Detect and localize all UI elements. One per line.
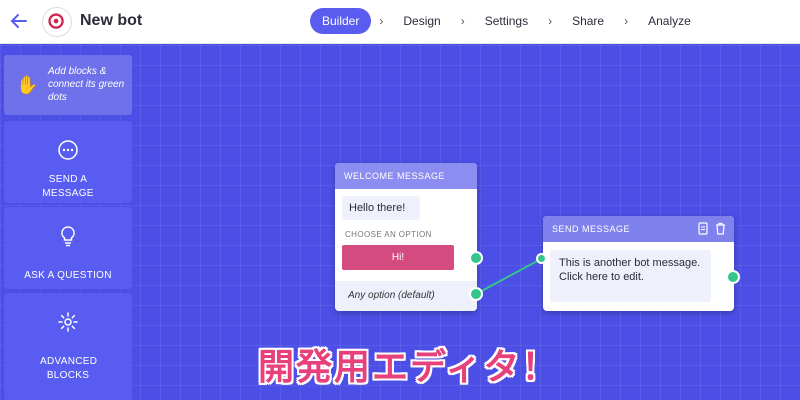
chevron-right-icon: › <box>379 14 384 28</box>
bot-title: New bot <box>80 12 143 29</box>
input-connector-dot[interactable] <box>536 253 547 264</box>
send-message-block[interactable]: SEND A MESSAGE <box>4 121 132 203</box>
top-bar: New bot Builder › Design › Settings › Sh… <box>0 0 800 44</box>
choose-option-label: CHOOSE AN OPTION <box>345 230 432 239</box>
welcome-message-node[interactable]: WELCOME MESSAGE Hello there! CHOOSE AN O… <box>335 163 477 311</box>
caption-overlay: 開発用エディタ！ <box>258 346 560 387</box>
message-bubble[interactable]: Hello there! <box>342 196 420 220</box>
lightbulb-icon <box>61 226 75 247</box>
ask-question-label: ASK A QUESTION <box>24 270 112 281</box>
tab-design[interactable]: Design <box>391 8 452 34</box>
send-message-node[interactable]: SEND MESSAGE This is another bot message… <box>543 216 734 311</box>
bot-avatar <box>42 7 72 37</box>
ask-question-block[interactable]: ASK A QUESTION <box>4 207 132 289</box>
send-message-label: SEND A MESSAGE <box>42 174 94 199</box>
option-connector-dot[interactable] <box>469 251 483 265</box>
gear-icon <box>58 312 78 332</box>
node-actions <box>698 222 726 235</box>
default-connector-dot[interactable] <box>469 287 483 301</box>
chat-bubble-icon <box>58 140 78 160</box>
tab-analyze[interactable]: Analyze <box>636 8 703 34</box>
default-option[interactable]: Any option (default) <box>335 281 477 311</box>
hint-box: ✋ Add blocks & connect its green dots <box>4 55 132 115</box>
hint-text: Add blocks & connect its green dots <box>48 66 125 103</box>
chevron-right-icon: › <box>460 14 465 28</box>
chevron-right-icon: › <box>548 14 553 28</box>
message-bubble[interactable]: This is another bot message. Click here … <box>550 250 711 302</box>
option-button[interactable]: Hi! <box>342 245 454 270</box>
tab-share[interactable]: Share <box>560 8 616 34</box>
advanced-blocks-label: ADVANCED BLOCKS <box>40 356 98 381</box>
tab-settings[interactable]: Settings <box>473 8 540 34</box>
trash-icon[interactable] <box>715 222 726 235</box>
target-logo-icon <box>48 13 64 29</box>
back-arrow-icon[interactable] <box>8 10 30 32</box>
hand-icon: ✋ <box>16 75 39 95</box>
node-title: WELCOME MESSAGE <box>335 163 477 189</box>
step-nav: Builder › Design › Settings › Share › An… <box>310 8 703 34</box>
copy-icon[interactable] <box>698 222 709 235</box>
chevron-right-icon: › <box>624 14 629 28</box>
tab-builder[interactable]: Builder <box>310 8 372 34</box>
advanced-blocks-block[interactable]: ADVANCED BLOCKS <box>4 293 132 400</box>
block-sidebar: ✋ Add blocks & connect its green dots SE… <box>0 45 134 400</box>
output-connector-dot[interactable] <box>726 270 740 284</box>
